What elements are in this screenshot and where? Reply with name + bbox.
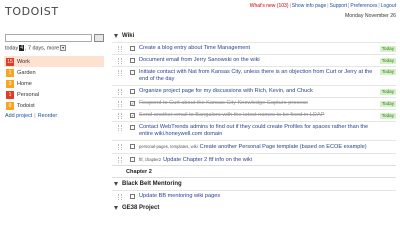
task-item-completed[interactable]: ✓ Respond to Curt about the Kansas City … — [112, 97, 396, 109]
task-labels[interactable]: ftf, chapter2 — [139, 157, 161, 162]
drag-handle-icon[interactable] — [118, 194, 122, 200]
task-text: Send another email to Bangalore with the… — [139, 112, 325, 118]
section-header-ge38-project[interactable]: GE38 Project — [112, 202, 396, 214]
drag-handle-icon[interactable] — [118, 113, 122, 119]
drag-handle-icon[interactable] — [118, 157, 122, 163]
project-item-todoist[interactable]: 0 Todoist — [4, 100, 104, 111]
due-date-badge: Today — [379, 101, 396, 107]
task-checkbox-checked[interactable]: ✓ — [130, 101, 135, 106]
task-text: Create a blog entry about Time Managemen… — [139, 45, 251, 51]
task-text-with-labels: ftf, chapter2 Update Chapter 2 ftf info o… — [139, 156, 396, 164]
task-item[interactable]: Update BB mentoring wiki pages — [112, 190, 396, 202]
task-checkbox[interactable] — [130, 58, 135, 63]
reorder-link[interactable]: Reorder — [38, 113, 57, 119]
section-title: GE38 Project — [122, 205, 160, 211]
section-header-wiki[interactable]: Wiki — [112, 30, 396, 42]
project-count-badge: 3 — [6, 79, 14, 88]
task-text: Initiate contact with Nat from Kansas Ci… — [139, 69, 373, 82]
project-count-badge: 1 — [6, 90, 14, 99]
task-item[interactable]: personal-pages, templates, wiki Create an… — [112, 140, 396, 153]
task-checkbox[interactable] — [130, 194, 135, 199]
task-list: Wiki Create a blog entry about Time Mana… — [112, 30, 396, 214]
drag-handle-icon[interactable] — [118, 58, 122, 64]
logout-link[interactable]: Logout — [381, 3, 396, 9]
project-count-badge: 0 — [6, 101, 14, 110]
task-text: Update BB mentoring wiki pages — [139, 193, 221, 199]
search-input[interactable] — [5, 34, 92, 42]
task-checkbox[interactable] — [130, 70, 135, 75]
section-header-black-belt-mentoring[interactable]: Black Belt Mentoring — [112, 178, 396, 190]
filter-today-link[interactable]: today — [5, 45, 18, 51]
task-item[interactable]: ftf, chapter2 Update Chapter 2 ftf info o… — [112, 153, 396, 165]
project-label: Home — [17, 80, 32, 87]
task-text-with-labels: personal-pages, templates, wiki Create an… — [139, 143, 396, 151]
collapse-triangle-icon[interactable] — [114, 206, 118, 210]
due-date-badge: Today — [379, 58, 396, 64]
due-date-badge: Today — [379, 89, 396, 95]
due-date-badge: Today — [379, 113, 396, 119]
filter-bar: today 4, 7 days, more ▾ — [5, 45, 67, 52]
task-checkbox[interactable] — [130, 157, 135, 162]
search-button[interactable] — [94, 34, 104, 42]
app-logo: TODOIST — [5, 5, 59, 18]
section-title: Wiki — [122, 33, 135, 39]
task-checkbox[interactable] — [130, 144, 135, 149]
separator: | — [327, 3, 329, 9]
project-label: Garden — [17, 69, 36, 76]
drag-handle-icon[interactable] — [118, 46, 122, 52]
task-checkbox[interactable] — [130, 125, 135, 130]
task-text: Contact WebTrends admins to find out if … — [139, 124, 369, 137]
task-text: Update Chapter 2 ftf info on the wiki — [163, 156, 253, 163]
sidebar-actions: Add project | Reorder — [5, 113, 57, 119]
task-item[interactable]: Create a blog entry about Time Managemen… — [112, 42, 396, 54]
task-checkbox[interactable] — [130, 46, 135, 51]
separator: | — [289, 3, 291, 9]
section-title: Black Belt Mentoring — [122, 181, 182, 187]
separator: | — [34, 113, 36, 119]
task-item[interactable]: Organize project page for my discussions… — [112, 85, 396, 97]
project-label: Work — [17, 58, 30, 65]
project-count-badge: 1 — [6, 68, 14, 77]
task-text: Document email from Jerry Sanowski on th… — [139, 57, 260, 63]
task-text: Organize project page for my discussions… — [139, 88, 313, 94]
subsection-header-chapter2[interactable]: Chapter 2 — [112, 165, 396, 178]
support-link[interactable]: Support — [330, 3, 348, 9]
project-item-work[interactable]: 15 Work — [4, 56, 104, 67]
drag-handle-icon[interactable] — [118, 89, 122, 95]
filter-dropdown-icon[interactable]: ▾ — [60, 45, 67, 51]
top-links: What's new (103)|Show info page|Support|… — [250, 3, 396, 9]
project-item-garden[interactable]: 1 Garden — [4, 67, 104, 78]
show-info-link[interactable]: Show info page — [292, 3, 326, 9]
drag-handle-icon[interactable] — [118, 144, 122, 150]
preferences-link[interactable]: Preferences — [350, 3, 377, 9]
task-checkbox[interactable] — [130, 89, 135, 94]
project-item-personal[interactable]: 1 Personal — [4, 89, 104, 100]
due-date-badge: Today — [379, 46, 396, 52]
task-labels[interactable]: personal-pages, templates, wiki — [139, 144, 198, 149]
drag-handle-icon[interactable] — [118, 101, 122, 107]
task-item[interactable]: Initiate contact with Nat from Kansas Ci… — [112, 66, 396, 85]
project-label: Personal — [17, 91, 40, 98]
filter-more-link[interactable]: , 7 days, more — [25, 45, 59, 51]
project-list: 15 Work 1 Garden 3 Home 1 Personal 0 Tod… — [4, 56, 104, 111]
collapse-triangle-icon[interactable] — [114, 182, 118, 186]
whats-new-link[interactable]: What's new (103) — [250, 3, 289, 9]
task-text: Create another Personal Page template (b… — [199, 144, 367, 150]
task-checkbox-checked[interactable]: ✓ — [130, 113, 135, 118]
project-item-home[interactable]: 3 Home — [4, 78, 104, 89]
today-count-badge: 4 — [19, 45, 24, 52]
add-project-link[interactable]: Add project — [5, 113, 32, 119]
task-item-completed[interactable]: ✓ Send another email to Bangalore with t… — [112, 109, 396, 121]
collapse-triangle-icon[interactable] — [114, 34, 118, 38]
due-date-badge: Today — [379, 69, 396, 75]
drag-handle-icon[interactable] — [118, 125, 122, 131]
current-date: Monday November 26 — [344, 13, 396, 19]
task-item[interactable]: Contact WebTrends admins to find out if … — [112, 121, 396, 140]
task-item[interactable]: Document email from Jerry Sanowski on th… — [112, 54, 396, 66]
separator: | — [378, 3, 380, 9]
drag-handle-icon[interactable] — [118, 70, 122, 76]
project-count-badge: 15 — [6, 57, 14, 66]
task-text: Respond to Curt about the Kansas City Kn… — [139, 100, 308, 106]
project-label: Todoist — [17, 102, 35, 109]
